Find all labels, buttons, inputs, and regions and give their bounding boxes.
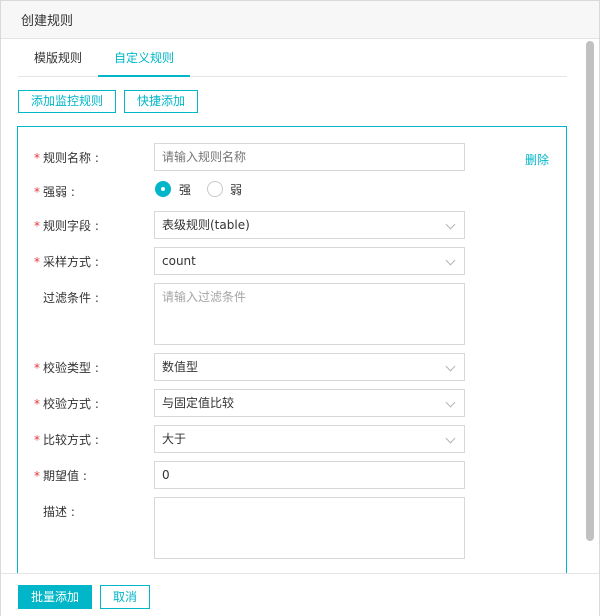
strength-weak-radio[interactable]: [207, 181, 223, 197]
chevron-down-icon: [445, 219, 456, 230]
strength-weak-label: 弱: [230, 183, 243, 197]
tab-custom-rules[interactable]: 自定义规则: [98, 39, 190, 77]
rule-name-input[interactable]: [154, 143, 465, 171]
vertical-scrollbar[interactable]: [586, 41, 594, 541]
check-method-select[interactable]: 与固定值比较: [154, 389, 465, 417]
description-label: 描述 :: [43, 505, 75, 519]
filter-textarea[interactable]: 请输入过滤条件: [154, 283, 465, 345]
strength-strong-radio[interactable]: [155, 181, 171, 197]
dialog-header: 创建规则: [1, 1, 599, 39]
rule-field-value: 表级规则(table): [162, 218, 250, 232]
description-textarea[interactable]: [154, 497, 465, 559]
tab-template-rules[interactable]: 模版规则: [18, 39, 98, 77]
create-rule-dialog: 创建规则 模版规则 自定义规则 添加监控规则 快捷添加 *规则名称 : 删除 *…: [0, 0, 600, 616]
quick-add-button[interactable]: 快捷添加: [124, 90, 198, 113]
filter-label: 过滤条件 :: [43, 291, 99, 305]
check-type-value: 数值型: [162, 360, 199, 374]
expected-label: * 期望值 :: [34, 469, 87, 483]
sampling-label: * 采样方式 :: [34, 255, 99, 269]
compare-value: 大于: [162, 432, 187, 446]
rule-field-label: * 规则字段 :: [34, 219, 99, 233]
dialog-title: 创建规则: [21, 14, 74, 29]
cancel-button[interactable]: 取消: [100, 585, 150, 609]
compare-select[interactable]: 大于: [154, 425, 465, 453]
rule-field-select[interactable]: 表级规则(table): [154, 211, 465, 239]
delete-rule-link[interactable]: 删除: [525, 151, 549, 168]
check-type-label: * 校验类型 :: [34, 361, 99, 375]
sampling-select[interactable]: count: [154, 247, 465, 275]
check-type-select[interactable]: 数值型: [154, 353, 465, 381]
strength-strong-label: 强: [179, 183, 192, 197]
compare-label: * 比较方式 :: [34, 433, 99, 447]
batch-add-button[interactable]: 批量添加: [18, 585, 92, 609]
expected-input[interactable]: 0: [154, 461, 465, 489]
chevron-down-icon: [445, 397, 456, 408]
rule-tabs: 模版规则 自定义规则: [18, 39, 567, 77]
chevron-down-icon: [445, 255, 456, 266]
sampling-value: count: [162, 254, 196, 268]
rule-name-label: * 规则名称 :: [34, 151, 99, 165]
check-method-value: 与固定值比较: [162, 396, 235, 410]
check-method-label: * 校验方式 :: [34, 397, 99, 411]
strength-label: * 强弱 :: [34, 185, 75, 199]
chevron-down-icon: [445, 361, 456, 372]
add-monitor-rule-button[interactable]: 添加监控规则: [18, 90, 116, 113]
chevron-down-icon: [445, 433, 456, 444]
